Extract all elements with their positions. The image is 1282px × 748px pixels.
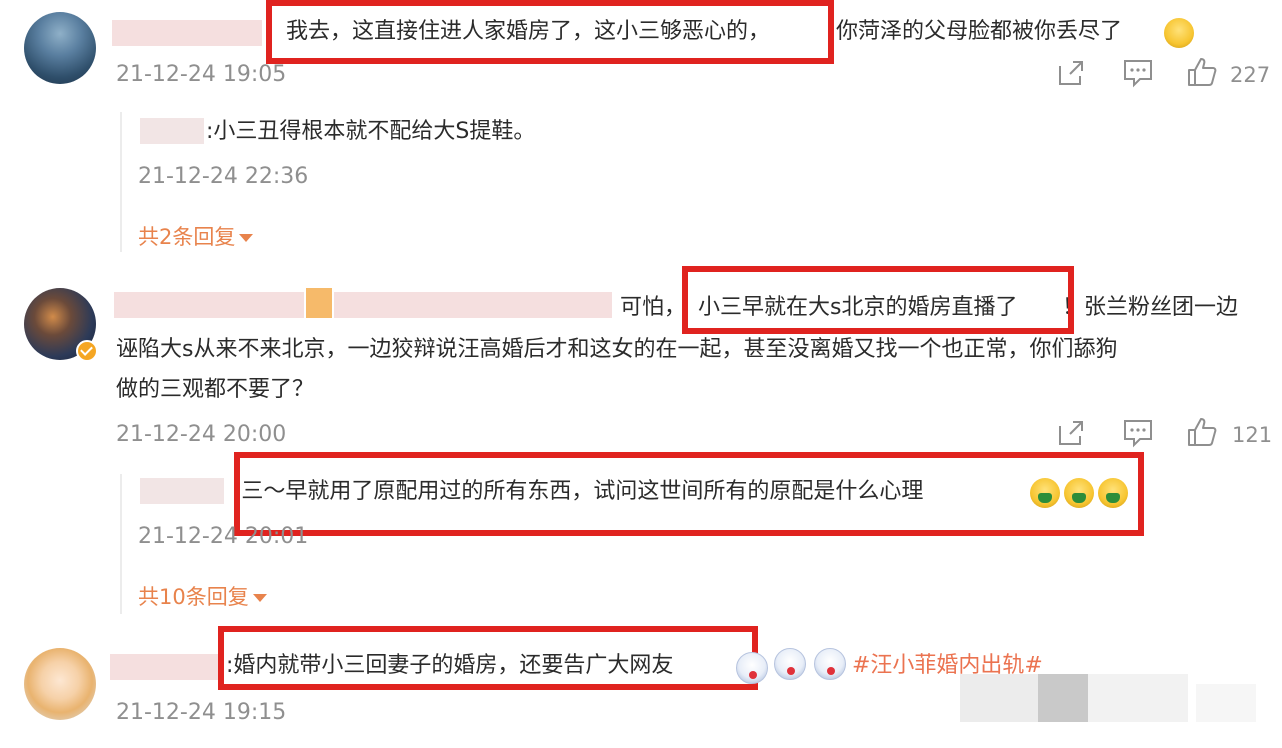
verified-badge-icon	[76, 340, 98, 362]
highlight-box	[682, 266, 1074, 334]
share-icon[interactable]	[1056, 58, 1086, 88]
yum-emoji-icon	[814, 648, 846, 680]
username-blurred-badge	[306, 288, 332, 318]
username-blurred[interactable]	[114, 292, 304, 318]
like-count: 121	[1232, 423, 1273, 447]
reply-username-blurred[interactable]	[140, 478, 224, 504]
comment-text: 你菏泽的父母脸都被你丢尽了	[836, 19, 1123, 44]
blurred-area	[1088, 674, 1188, 722]
highlight-box	[218, 626, 758, 690]
comment-time: 21-12-24 20:00	[116, 422, 287, 447]
comment-text: 可怕，	[620, 295, 687, 320]
username-blurred-extra	[334, 292, 612, 318]
comment-icon[interactable]	[1122, 418, 1154, 448]
thumbs-up-icon[interactable]	[1186, 56, 1218, 88]
yum-emoji-icon	[774, 648, 806, 680]
caret-down-icon	[252, 594, 267, 602]
comment-icon[interactable]	[1122, 58, 1154, 88]
comment-time: 21-12-24 19:15	[116, 700, 287, 725]
avatar[interactable]	[24, 12, 96, 84]
thumbs-up-icon[interactable]	[1186, 416, 1218, 448]
comment-time: 21-12-24 19:05	[116, 62, 287, 87]
more-replies-link[interactable]: 共2条回复	[138, 222, 254, 252]
caret-down-icon	[239, 234, 254, 242]
reply-time: 21-12-24 22:36	[138, 164, 309, 189]
more-replies-label: 共2条回复	[138, 225, 236, 249]
like-count: 227	[1230, 63, 1271, 87]
yum-emoji-icon	[736, 652, 768, 684]
reply-time: 21-12-24 20:01	[138, 524, 309, 549]
username-blurred[interactable]	[112, 20, 262, 46]
reply-text: :小三丑得根本就不配给大S提鞋。	[206, 119, 536, 144]
comment-text: ！张兰粉丝团一边	[1062, 295, 1239, 320]
reply-thread-line	[120, 474, 122, 614]
highlight-box	[266, 0, 834, 64]
laughing-emoji-icon	[1164, 18, 1194, 48]
blurred-area	[1196, 684, 1256, 722]
highlight-box	[234, 452, 1144, 536]
username-blurred[interactable]	[110, 654, 220, 680]
reply-thread-line	[120, 112, 122, 252]
avatar[interactable]	[24, 648, 96, 720]
blurred-area	[960, 674, 1038, 722]
share-icon[interactable]	[1056, 418, 1086, 448]
blurred-area	[1038, 674, 1088, 722]
more-replies-label: 共10条回复	[138, 585, 249, 609]
reply-username-blurred[interactable]	[140, 118, 204, 144]
more-replies-link[interactable]: 共10条回复	[138, 582, 267, 612]
comment-text: 诬陷大s从来不来北京，一边狡辩说汪高婚后才和这女的在一起，甚至没离婚又找一个也正…	[116, 337, 1118, 362]
comment-text: 做的三观都不要了？	[116, 377, 315, 402]
